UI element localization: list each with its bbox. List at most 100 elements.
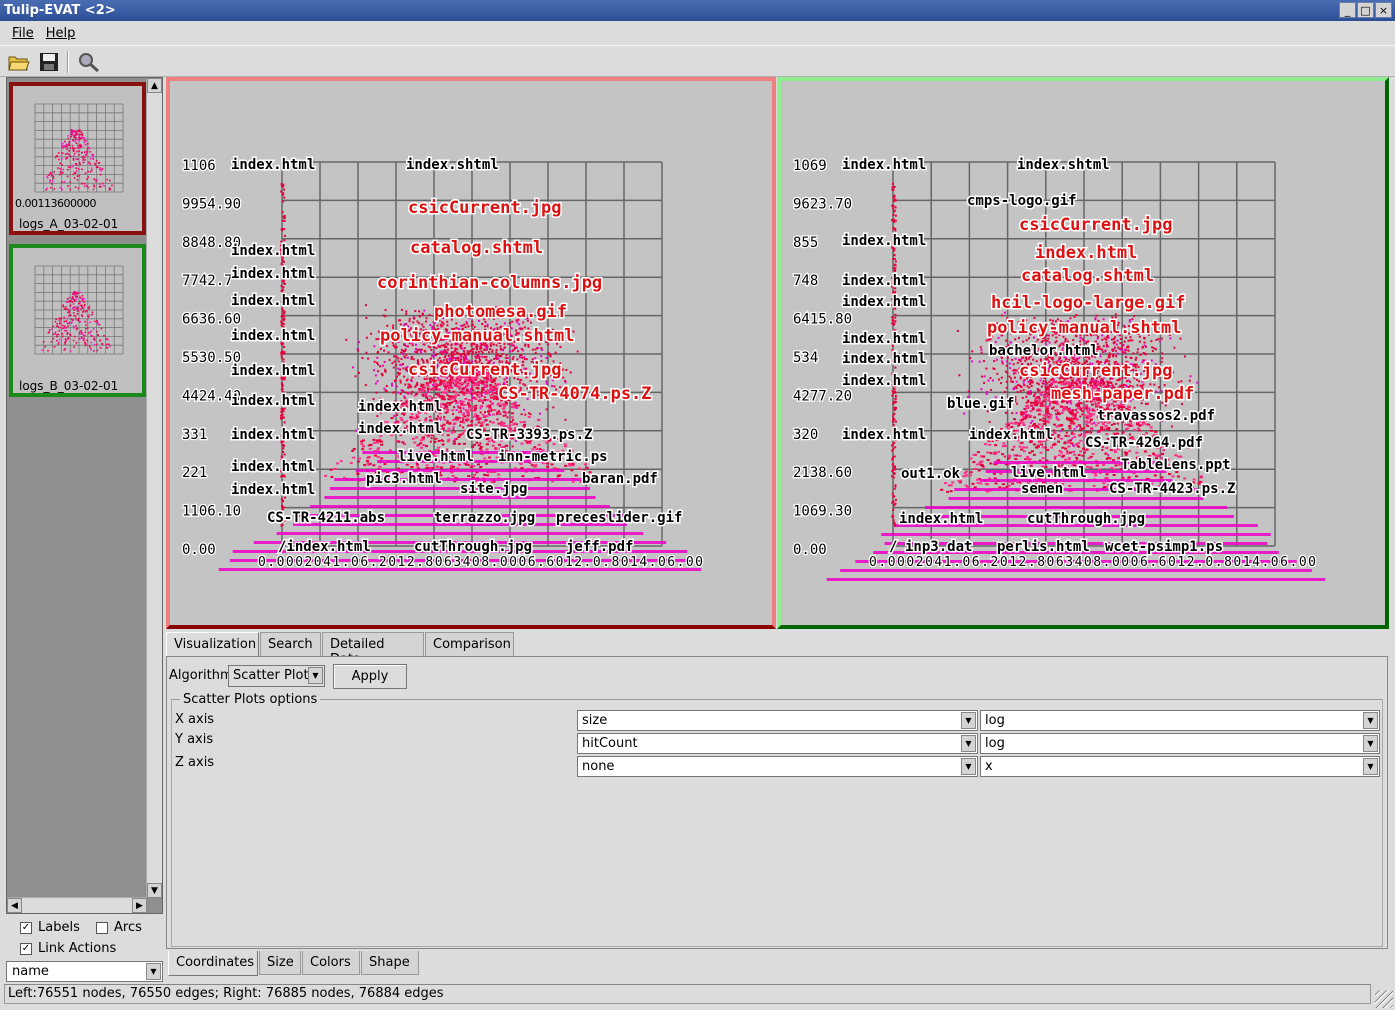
right-scatter-plot[interactable]: 10699623.708557486415.805344277.20320213… (781, 81, 1385, 625)
thumb-point (58, 341, 60, 344)
highlight-label: photomesa.gif (434, 302, 567, 322)
data-point (427, 390, 430, 393)
data-point (1014, 400, 1017, 403)
data-point (421, 313, 424, 316)
data-point (511, 445, 514, 448)
thumbnail-label: logs_B_03-02-01 (19, 379, 119, 393)
menu-file[interactable]: File (12, 26, 34, 41)
data-point (485, 423, 489, 426)
data-point (533, 446, 537, 449)
data-point (467, 351, 470, 354)
data-point (406, 356, 409, 359)
right-scatter-view[interactable]: 1069 9623.70 855 748 6415.80 534 4277.20 320 213… (777, 77, 1389, 629)
thumb-point (96, 330, 98, 333)
data-point (280, 284, 283, 287)
data-point (283, 214, 286, 217)
data-point (282, 319, 285, 322)
thumb-point (74, 140, 77, 143)
scroll-up-icon[interactable]: ▲ (147, 78, 162, 93)
data-point (442, 391, 446, 394)
data-point (1066, 441, 1070, 444)
thumbnail-logs-b[interactable]: logs_B_03-02-01 (9, 244, 146, 397)
data-point (491, 391, 495, 394)
data-point (971, 360, 974, 363)
data-point (448, 421, 452, 424)
thumb-point (50, 341, 53, 343)
open-folder-icon[interactable] (6, 50, 32, 74)
data-point (992, 367, 995, 370)
data-point (489, 384, 493, 387)
data-point (476, 348, 479, 351)
menu-help[interactable]: Help (46, 26, 76, 41)
data-point (1046, 407, 1050, 410)
thumb-point (57, 167, 59, 169)
data-point (534, 352, 537, 355)
thumb-point (79, 304, 82, 307)
data-point (446, 430, 450, 433)
thumb-point (93, 349, 95, 352)
thumb-point (69, 147, 72, 150)
thumb-point (75, 307, 78, 310)
data-point (402, 362, 405, 365)
data-point (1044, 385, 1047, 388)
thumbnail-axis-text: 0.00113600000 (15, 197, 96, 210)
data-point (1025, 339, 1028, 342)
data-point (1105, 344, 1108, 347)
thumb-point (73, 291, 76, 293)
data-point (361, 357, 364, 360)
link-actions-checkbox[interactable]: ✓ Link Actions (20, 941, 116, 956)
data-point (1143, 341, 1146, 344)
data-point (472, 348, 475, 351)
thumb-point (81, 315, 84, 317)
data-point (521, 356, 524, 359)
minimize-button[interactable]: _ (1339, 2, 1356, 18)
data-point (461, 400, 465, 403)
thumb-point (72, 165, 74, 168)
close-button[interactable]: × (1375, 2, 1392, 18)
thumbnail-vertical-scrollbar[interactable]: ▲ ▼ (146, 78, 162, 898)
thumb-point (46, 187, 48, 190)
labels-checkbox[interactable]: ✓ Labels (20, 920, 80, 935)
data-point (1025, 401, 1028, 404)
data-point (483, 384, 487, 387)
thumb-point (74, 186, 77, 189)
data-point (491, 421, 495, 424)
save-disk-icon[interactable] (36, 50, 62, 74)
data-point (349, 462, 353, 465)
data-point (1124, 351, 1127, 354)
data-point (438, 416, 442, 419)
left-scatter-plot[interactable]: 11069954.908848.807742.76636.605530.5044… (170, 81, 772, 625)
arcs-checkbox[interactable]: Arcs (96, 920, 142, 935)
data-point (1016, 391, 1019, 394)
data-point (1014, 395, 1017, 398)
data-point (504, 414, 507, 417)
data-point (471, 351, 474, 354)
data-point (281, 414, 284, 417)
thumb-point (70, 133, 73, 136)
thumbnail-logs-a[interactable]: 0.00113600000 logs_A_03-02-01 (9, 82, 146, 235)
left-scatter-view[interactable]: 1106 9954.90 8848.80 7742.7 6636.60 5530.50 44… (166, 77, 776, 629)
property-select[interactable]: name ▼ (6, 961, 163, 982)
data-point (352, 448, 356, 451)
magnifier-icon[interactable] (76, 50, 102, 74)
scroll-down-icon[interactable]: ▼ (147, 883, 162, 898)
thumb-point (72, 146, 74, 149)
window-title: Tulip-EVAT <2> (4, 3, 116, 18)
thumb-point (86, 152, 88, 155)
thumb-point (70, 135, 72, 138)
scroll-left-icon[interactable]: ◀ (7, 898, 22, 913)
node-label: pic3.html (366, 471, 442, 487)
scroll-right-icon[interactable]: ▶ (132, 898, 147, 913)
data-point (369, 443, 373, 446)
thumb-point (55, 324, 58, 327)
data-point (1057, 436, 1060, 439)
data-point (283, 196, 286, 199)
maximize-button[interactable]: □ (1357, 2, 1374, 18)
data-point (980, 348, 983, 351)
thumbnail-horizontal-scrollbar[interactable]: ◀ ▶ (7, 897, 147, 913)
node-label: index.html (358, 421, 442, 437)
data-point (456, 419, 460, 422)
thumb-point (99, 339, 102, 341)
thumb-point (88, 345, 91, 347)
data-point (474, 397, 478, 400)
